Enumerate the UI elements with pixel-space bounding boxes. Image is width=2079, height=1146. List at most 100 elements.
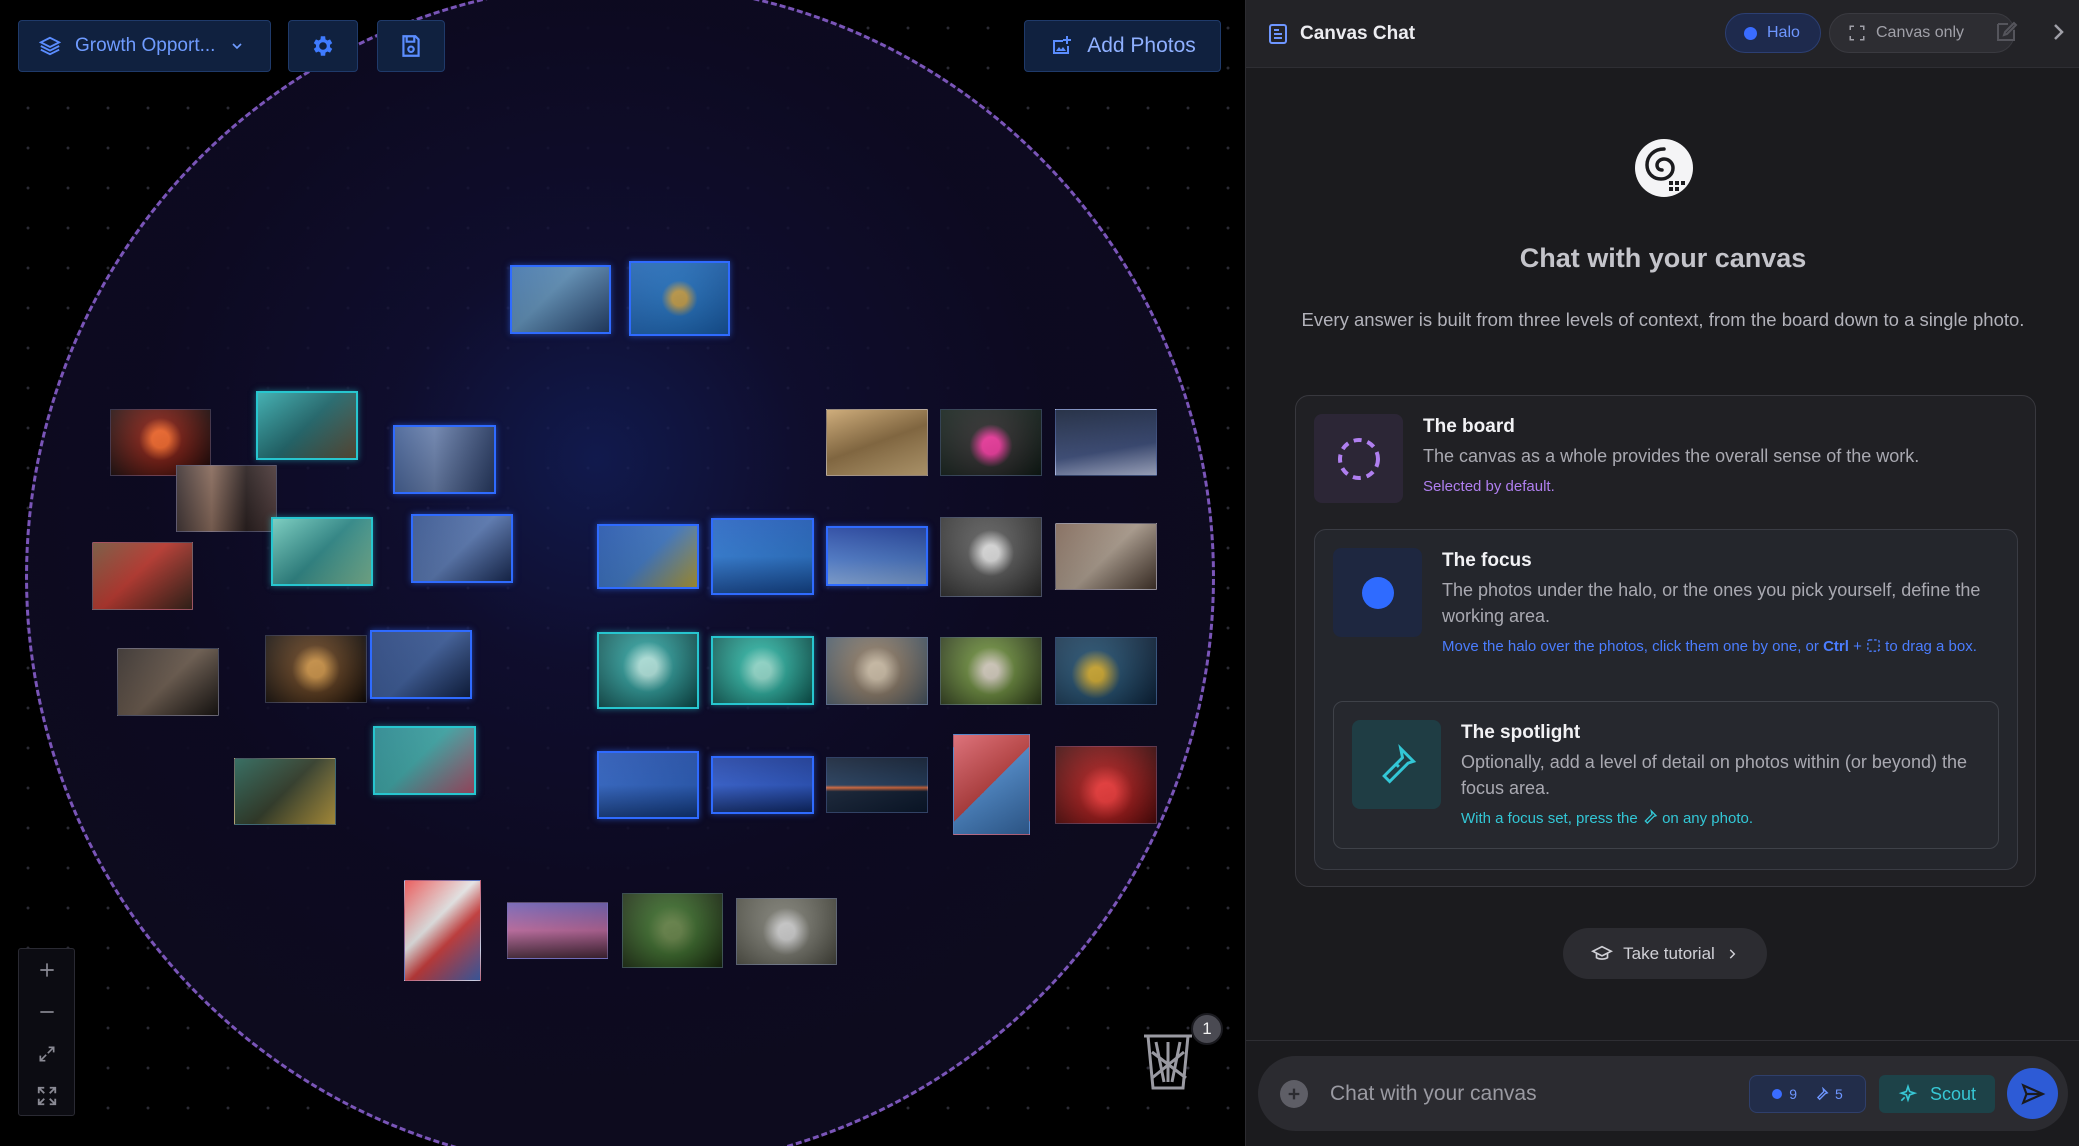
new-chat-button[interactable]	[1994, 20, 2018, 49]
chevron-down-icon	[232, 43, 243, 50]
photo-red-poster[interactable]	[404, 880, 481, 981]
photo-night-market[interactable]	[265, 635, 367, 703]
canvas-only-toggle[interactable]: Canvas only	[1829, 13, 2015, 53]
chevron-right-small-icon	[1729, 948, 1736, 959]
board-level-icon	[1314, 414, 1403, 503]
photo-reef-fish[interactable]	[597, 524, 699, 589]
photo-lemur-face[interactable]	[940, 517, 1042, 597]
photo-coral[interactable]	[826, 637, 928, 705]
context-counts-chip[interactable]: 9 5	[1749, 1075, 1866, 1113]
photo-gold-ring[interactable]	[629, 261, 730, 336]
photo-underwater-statue[interactable]	[711, 518, 814, 595]
focus-level-card: The focus The photos under the halo, or …	[1314, 529, 2018, 870]
photo-court[interactable]	[953, 734, 1030, 835]
photo-teal-lemur[interactable]	[597, 632, 699, 709]
photo-hands[interactable]	[510, 265, 611, 334]
focus-level-title: The focus	[1442, 550, 1532, 571]
spotlight-level-hint: With a focus set, press the on any photo…	[1461, 808, 1753, 829]
board-level-hint: Selected by default.	[1423, 478, 1555, 495]
photo-lemur-tree[interactable]	[1055, 523, 1157, 590]
chat-composer: 9 5 Scout	[1258, 1056, 2068, 1131]
trash-count-badge: 1	[1191, 1013, 1223, 1045]
focus-hint-text: Move the halo over the photos, click the…	[1442, 638, 1824, 655]
fit-view-button[interactable]	[19, 1033, 74, 1075]
minus-icon	[39, 1011, 54, 1013]
canvas-spiral-logo	[1635, 139, 1693, 197]
zoom-in-button[interactable]	[19, 949, 74, 991]
zoom-controls	[18, 948, 75, 1116]
settings-button[interactable]	[288, 20, 358, 72]
photo-blue-door[interactable]	[393, 425, 496, 494]
panel-title-text: Canvas Chat	[1300, 23, 1416, 44]
fullscreen-button[interactable]	[19, 1075, 74, 1117]
scout-label: Scout	[1929, 1083, 1977, 1104]
photo-reef-sunlight[interactable]	[1055, 637, 1157, 705]
photo-teal-market[interactable]	[373, 726, 476, 795]
photo-forest-figure[interactable]	[622, 893, 723, 968]
spotlight-level-title: The spotlight	[1461, 722, 1581, 743]
zoom-out-button[interactable]	[19, 991, 74, 1033]
flashlight-icon	[1381, 743, 1416, 784]
board-select-label: Growth Opport...	[75, 35, 216, 56]
photo-blue-alley[interactable]	[370, 630, 472, 699]
add-photos-button[interactable]: Add Photos	[1024, 20, 1221, 72]
trash-bin[interactable]	[1138, 1028, 1198, 1092]
photo-neon-room[interactable]	[940, 409, 1042, 476]
composer-area: 9 5 Scout	[1246, 1040, 2079, 1146]
photo-glitch-portrait[interactable]	[176, 465, 277, 532]
board-select-dropdown[interactable]: Growth Opport...	[18, 20, 271, 72]
photo-green-street[interactable]	[234, 758, 336, 825]
photo-teal-portrait[interactable]	[256, 391, 358, 460]
photo-pink-tree[interactable]	[507, 902, 608, 959]
focus-level-desc: The photos under the halo, or the ones y…	[1442, 580, 1981, 626]
photo-car-lights[interactable]	[711, 756, 814, 814]
canvas-only-label: Canvas only	[1876, 24, 1965, 41]
photo-lemurs-pair[interactable]	[736, 898, 837, 965]
dashed-circle-icon	[1337, 437, 1380, 480]
photo-lemur-green[interactable]	[940, 637, 1042, 705]
context-levels-card: The board The canvas as a whole provides…	[1295, 395, 2036, 887]
take-tutorial-button[interactable]: Take tutorial	[1563, 928, 1767, 979]
halo-label: Halo	[1767, 24, 1800, 41]
graduation-cap-icon	[1591, 945, 1614, 960]
focus-dot-icon	[1772, 1089, 1783, 1099]
photo-light-trails[interactable]	[1055, 409, 1157, 476]
board-level-desc: The canvas as a whole provides the overa…	[1423, 446, 1920, 466]
hero-title: Chat with your canvas	[1519, 243, 1807, 273]
photo-reef-blue[interactable]	[597, 751, 699, 819]
focus-hint-end: to drag a box.	[1881, 638, 1977, 655]
scout-button[interactable]: Scout	[1879, 1075, 1995, 1113]
photo-canvas[interactable]: Growth Opport... Add Photos 1	[0, 0, 1245, 1146]
photo-teal-dolls[interactable]	[271, 517, 373, 586]
photo-red-jacket[interactable]	[92, 542, 193, 610]
spotlight-level-card: The spotlight Optionally, add a level of…	[1333, 701, 1999, 849]
chat-input[interactable]	[1330, 1074, 1730, 1114]
focus-hint-key: Ctrl	[1823, 638, 1849, 655]
photo-blue-dunes[interactable]	[826, 526, 928, 586]
collapse-panel-button[interactable]	[2046, 20, 2070, 49]
halo-toggle[interactable]: Halo	[1725, 13, 1821, 53]
trash-icon	[1144, 1034, 1192, 1090]
spotlight-count: 5	[1815, 1086, 1843, 1102]
save-button[interactable]	[377, 20, 445, 72]
spotlight-level-icon	[1352, 720, 1441, 809]
add-image-icon	[1053, 36, 1072, 54]
photo-night-car[interactable]	[826, 757, 928, 813]
focus-count-value: 9	[1789, 1086, 1797, 1102]
selection-frame-icon	[1849, 25, 1865, 41]
attach-button[interactable]	[1280, 1080, 1308, 1108]
focus-hint-plus: +	[1848, 638, 1867, 655]
send-button[interactable]	[2007, 1068, 2058, 1119]
photo-teal-lemurs[interactable]	[711, 636, 814, 705]
halo-dot-icon	[1744, 26, 1757, 40]
layers-icon	[39, 36, 61, 56]
app-window: Growth Opport... Add Photos 1 Canvas Cha…	[0, 0, 2079, 1146]
photo-desert[interactable]	[826, 409, 928, 476]
fullscreen-icon	[37, 1086, 56, 1106]
photo-bookshop[interactable]	[117, 648, 219, 716]
focus-count: 9	[1772, 1086, 1797, 1102]
chat-panel-icon	[1269, 24, 1287, 44]
photo-red-plants[interactable]	[1055, 746, 1157, 824]
flashlight-small-icon	[1644, 808, 1658, 824]
photo-blue-street[interactable]	[411, 514, 513, 583]
